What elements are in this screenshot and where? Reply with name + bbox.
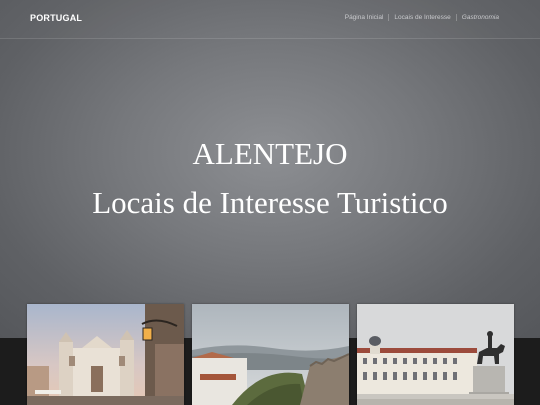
evora-church-photo — [27, 304, 184, 405]
gallery-card-marvao[interactable] — [192, 304, 349, 405]
marvao-landscape-photo — [192, 304, 349, 405]
nav-link-gastronomy[interactable]: Gastronomia — [457, 14, 504, 21]
nav-links: Página Inicial Locais de Interesse Gastr… — [340, 14, 504, 21]
gallery-card-vila-vicosa[interactable] — [357, 304, 514, 405]
nav-link-home[interactable]: Página Inicial — [340, 14, 390, 21]
navbar: PORTUGAL Página Inicial Locais de Intere… — [0, 0, 540, 39]
gallery-card-evora[interactable] — [27, 304, 184, 405]
hero-subtitle: Locais de Interesse Turistico — [92, 185, 448, 220]
hero-title: ALENTEJO — [192, 136, 348, 171]
nav-link-places[interactable]: Locais de Interesse — [389, 14, 457, 21]
palace-statue-photo — [357, 304, 514, 405]
brand-logo-link[interactable]: PORTUGAL — [30, 13, 82, 23]
